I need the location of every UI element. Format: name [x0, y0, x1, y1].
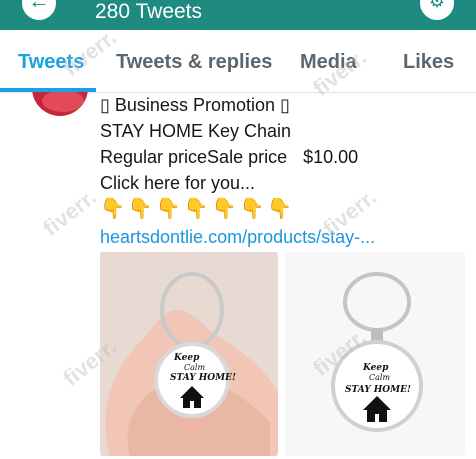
- keychain-text: STAY HOME!: [345, 385, 411, 395]
- tab-media[interactable]: Media: [300, 50, 357, 74]
- keychain-text: Calm: [184, 363, 205, 372]
- price-value: $10.00: [303, 147, 359, 167]
- app-header: ← 280 Tweets ⚙: [0, 0, 476, 30]
- gear-icon: ⚙: [428, 0, 446, 11]
- media-image-hand-keychain[interactable]: Keep Calm STAY HOME!: [100, 252, 278, 456]
- arrow-left-icon: ←: [28, 0, 50, 13]
- keychain-text: STAY HOME!: [170, 373, 236, 383]
- keychain-text: Calm: [369, 373, 390, 382]
- price-label: Regular priceSale price: [100, 147, 288, 167]
- keychain-text: Keep: [173, 353, 200, 363]
- tab-likes[interactable]: Likes: [403, 50, 454, 74]
- keychain-text: Keep: [362, 363, 389, 373]
- back-button[interactable]: ←: [22, 0, 56, 20]
- media-image-keychain[interactable]: Keep Calm STAY HOME!: [285, 252, 465, 456]
- tweet-line: Regular priceSale price $10.00: [100, 144, 470, 170]
- tweet-link[interactable]: heartsdontlie.com/products/stay-...: [100, 224, 470, 250]
- watermark: fiverr.: [38, 184, 101, 241]
- tab-tweets-overlay[interactable]: Tweets: [18, 50, 84, 74]
- tweet-body: ▯ Business Promotion ▯ STAY HOME Key Cha…: [100, 92, 470, 250]
- tab-tweets-replies[interactable]: Tweets & replies: [116, 50, 272, 74]
- tweet-line: ▯ Business Promotion ▯: [100, 95, 290, 115]
- pointing-down-emoji-row: 👇👇👇👇👇👇👇: [100, 198, 296, 220]
- tweet-line: Click here for you...: [100, 173, 256, 193]
- page-title: 280 Tweets: [95, 0, 203, 23]
- settings-button[interactable]: ⚙: [420, 0, 454, 20]
- tweet-media: Keep Calm STAY HOME! Keep Calm STAY HOME…: [100, 252, 465, 456]
- tweet-line: STAY HOME Key Chain: [100, 121, 292, 141]
